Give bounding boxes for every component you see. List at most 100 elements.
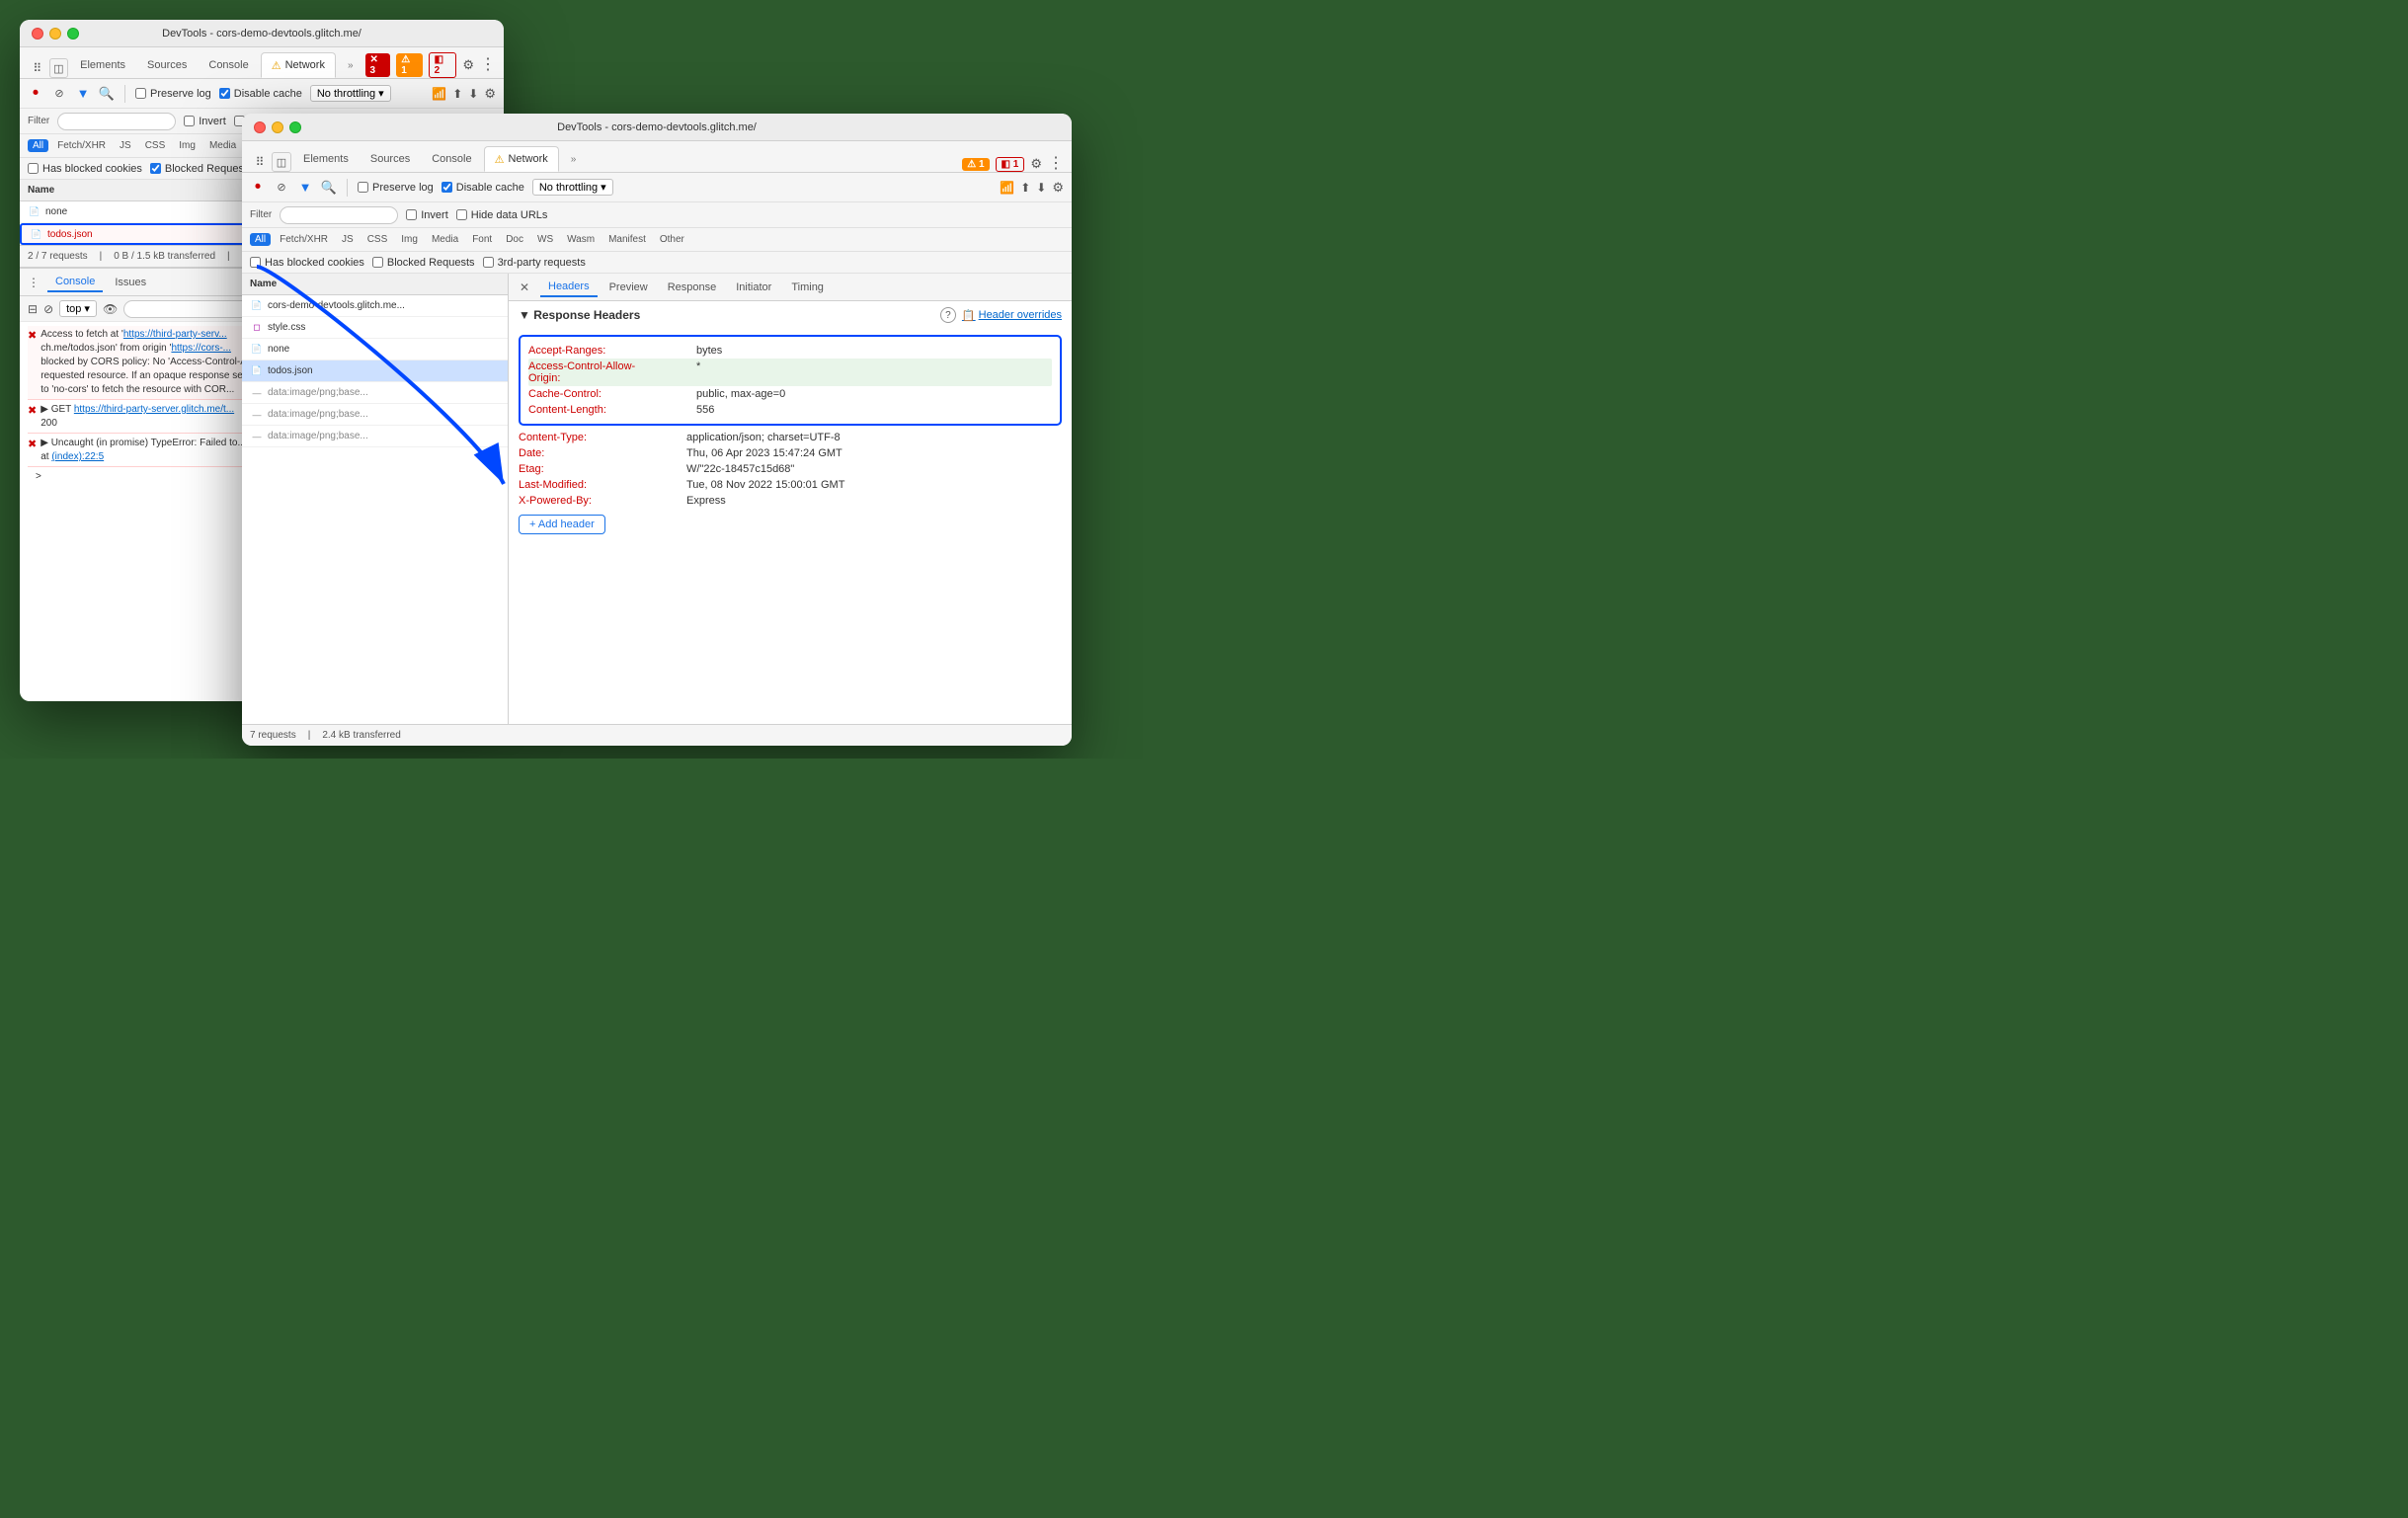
detail-tab-preview[interactable]: Preview	[602, 279, 656, 296]
has-blocked-check-back[interactable]	[28, 163, 39, 174]
type-ws-front[interactable]: WS	[532, 233, 558, 246]
type-font-front[interactable]: Font	[467, 233, 497, 246]
filter-icon-front[interactable]: ▼	[297, 180, 313, 196]
clear-button-back[interactable]: ⊘	[51, 86, 67, 102]
console-tab-issues[interactable]: Issues	[107, 274, 154, 291]
search-icon-front[interactable]: 🔍	[321, 180, 337, 196]
devtools-icon-back[interactable]: ⠿	[28, 58, 47, 78]
tab-elements-back[interactable]: Elements	[70, 52, 135, 78]
preserve-log-label-front[interactable]: Preserve log	[358, 182, 434, 194]
tab-sources-front[interactable]: Sources	[361, 146, 420, 172]
net-settings-icon-front[interactable]: ⚙	[1052, 180, 1064, 196]
table-row[interactable]: — data:image/png;base...	[242, 426, 508, 447]
cors-link-2[interactable]: https://cors-...	[171, 343, 231, 354]
detail-tab-initiator[interactable]: Initiator	[728, 279, 779, 296]
disable-cache-label-back[interactable]: Disable cache	[219, 88, 302, 100]
type-img-front[interactable]: Img	[396, 233, 423, 246]
blocked-requests-check-front[interactable]	[372, 257, 383, 268]
type-doc-front[interactable]: Doc	[501, 233, 528, 246]
tab-more-back[interactable]: »	[338, 52, 363, 78]
blocked-requests-label-front[interactable]: Blocked Requests	[372, 257, 475, 269]
type-other-front[interactable]: Other	[655, 233, 689, 246]
tab-console-back[interactable]: Console	[199, 52, 258, 78]
has-blocked-label-front[interactable]: Has blocked cookies	[250, 257, 364, 269]
type-css-back[interactable]: CSS	[140, 139, 171, 152]
type-all-front[interactable]: All	[250, 233, 271, 246]
add-header-button[interactable]: + Add header	[519, 515, 605, 534]
type-xhr-front[interactable]: Fetch/XHR	[275, 233, 333, 246]
has-blocked-check-front[interactable]	[250, 257, 261, 268]
panel-toggle-back[interactable]: ◫	[49, 58, 69, 78]
index-link[interactable]: (index):22:5	[51, 451, 104, 462]
maximize-button[interactable]	[67, 28, 79, 40]
minimize-button-front[interactable]	[272, 121, 283, 133]
detail-tab-headers[interactable]: Headers	[540, 278, 598, 297]
disable-cache-label-front[interactable]: Disable cache	[441, 182, 524, 194]
invert-check-back[interactable]	[184, 116, 195, 126]
header-overrides-link[interactable]: 📋 Header overrides	[962, 309, 1062, 322]
type-all-back[interactable]: All	[28, 139, 48, 152]
table-row[interactable]: 📄 none	[242, 339, 508, 360]
table-row[interactable]: ◻ style.css	[242, 317, 508, 339]
table-row[interactable]: 📄 cors-demo-devtools.glitch.me...	[242, 295, 508, 317]
invert-label-back[interactable]: Invert	[184, 116, 226, 127]
panel-toggle-front[interactable]: ◫	[272, 152, 291, 172]
disable-cache-check-front[interactable]	[441, 182, 452, 193]
throttle-dropdown-back[interactable]: No throttling ▾	[310, 85, 391, 102]
search-icon-back[interactable]: 🔍	[99, 86, 115, 102]
type-js-front[interactable]: JS	[337, 233, 359, 246]
tab-network-back[interactable]: ⚠ Network	[261, 52, 336, 78]
devtools-icon-front[interactable]: ⠿	[250, 152, 270, 172]
preserve-log-check-front[interactable]	[358, 182, 368, 193]
close-detail-button[interactable]: ✕	[517, 280, 532, 295]
record-button-front[interactable]: ⏺	[250, 180, 266, 196]
blocked-requests-label-back[interactable]: Blocked Requests	[150, 163, 253, 175]
sidebar-icon-console[interactable]: ⊟	[28, 302, 38, 316]
type-css-front[interactable]: CSS	[362, 233, 393, 246]
tab-elements-front[interactable]: Elements	[293, 146, 359, 172]
settings-icon-back[interactable]: ⚙	[462, 57, 474, 73]
throttle-dropdown-front[interactable]: No throttling ▾	[532, 179, 613, 196]
type-img-back[interactable]: Img	[174, 139, 201, 152]
maximize-button-front[interactable]	[289, 121, 301, 133]
cors-link-1[interactable]: https://third-party-serv...	[123, 329, 227, 340]
table-row-selected[interactable]: 📄 todos.json	[242, 360, 508, 382]
tab-console-front[interactable]: Console	[422, 146, 481, 172]
preserve-log-check-back[interactable]	[135, 88, 146, 99]
get-link[interactable]: https://third-party-server.glitch.me/t..…	[74, 404, 234, 415]
close-button[interactable]	[32, 28, 43, 40]
invert-check-front[interactable]	[406, 209, 417, 220]
clear-button-front[interactable]: ⊘	[274, 180, 289, 196]
preserve-log-label-back[interactable]: Preserve log	[135, 88, 211, 100]
third-party-label-front[interactable]: 3rd-party requests	[483, 257, 586, 269]
close-button-front[interactable]	[254, 121, 266, 133]
minimize-button[interactable]	[49, 28, 61, 40]
net-settings-icon-back[interactable]: ⚙	[484, 86, 496, 102]
invert-label-front[interactable]: Invert	[406, 209, 448, 221]
tab-network-front[interactable]: ⚠ Network	[484, 146, 559, 172]
detail-tab-timing[interactable]: Timing	[783, 279, 832, 296]
hide-data-label-front[interactable]: Hide data URLs	[456, 209, 548, 221]
help-icon[interactable]: ?	[940, 307, 956, 323]
third-party-check-front[interactable]	[483, 257, 494, 268]
settings-icon-front[interactable]: ⚙	[1030, 156, 1042, 172]
level-dropdown[interactable]: top ▾	[59, 300, 97, 317]
disable-cache-check-back[interactable]	[219, 88, 230, 99]
hide-data-check-front[interactable]	[456, 209, 467, 220]
type-wasm-front[interactable]: Wasm	[562, 233, 600, 246]
menu-icon-back[interactable]: ⋮	[480, 57, 496, 73]
type-manifest-front[interactable]: Manifest	[603, 233, 651, 246]
detail-tab-response[interactable]: Response	[660, 279, 725, 296]
eye-icon-console[interactable]: 👁	[103, 302, 118, 316]
type-js-back[interactable]: JS	[115, 139, 136, 152]
filter-input-back[interactable]	[57, 113, 176, 130]
type-media-front[interactable]: Media	[427, 233, 463, 246]
type-media-back[interactable]: Media	[204, 139, 241, 152]
block-icon-console[interactable]: ⊘	[43, 302, 53, 316]
table-row[interactable]: — data:image/png;base...	[242, 404, 508, 426]
dots-icon-console[interactable]: ⋮	[28, 276, 40, 289]
filter-icon-back[interactable]: ▼	[75, 86, 91, 102]
table-row[interactable]: — data:image/png;base...	[242, 382, 508, 404]
tab-more-front[interactable]: »	[561, 146, 587, 172]
blocked-requests-check-back[interactable]	[150, 163, 161, 174]
